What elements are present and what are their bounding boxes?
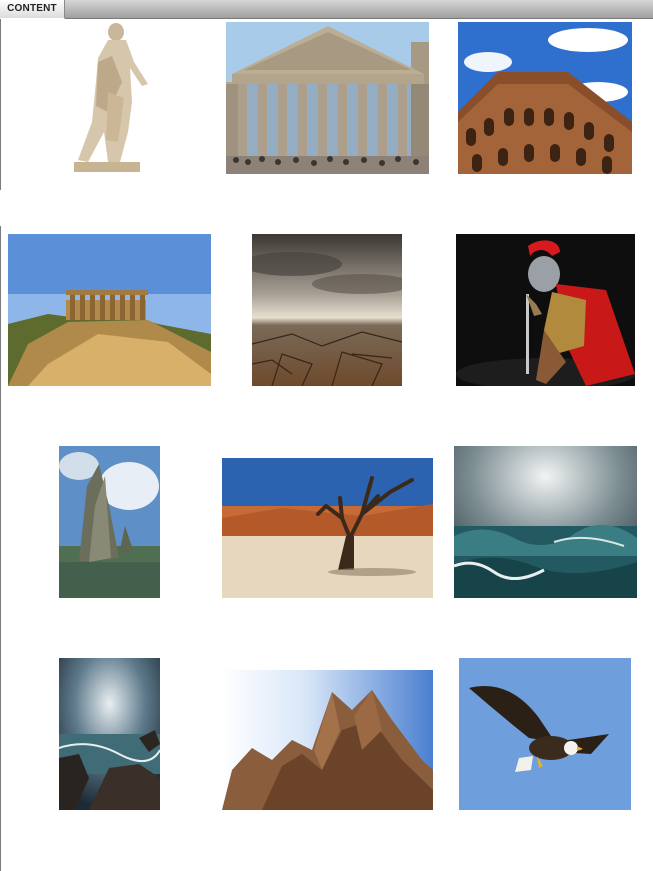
top-toolbar: CONTENT — [0, 0, 653, 19]
gallery-image-temple[interactable] — [8, 234, 211, 386]
gallery-image-rocky-coast[interactable] — [59, 658, 160, 810]
left-border — [0, 19, 1, 190]
left-border — [0, 226, 1, 871]
gallery-image-mountain-peaks[interactable] — [222, 670, 433, 810]
gallery-image-sea-stack[interactable] — [59, 446, 160, 598]
gallery-image-cracked-desert[interactable] — [252, 234, 402, 386]
gallery-image-dead-tree[interactable] — [222, 458, 433, 598]
gallery-image-bald-eagle[interactable] — [459, 658, 631, 810]
gallery-image-roman-soldier[interactable] — [456, 234, 635, 386]
gallery-image-pantheon[interactable] — [226, 22, 429, 174]
gallery-image-colosseum[interactable] — [458, 22, 632, 174]
tab-content[interactable]: CONTENT — [0, 0, 65, 19]
gallery-image-statue[interactable] — [68, 22, 150, 174]
gallery-image-stormy-ocean[interactable] — [454, 446, 637, 598]
